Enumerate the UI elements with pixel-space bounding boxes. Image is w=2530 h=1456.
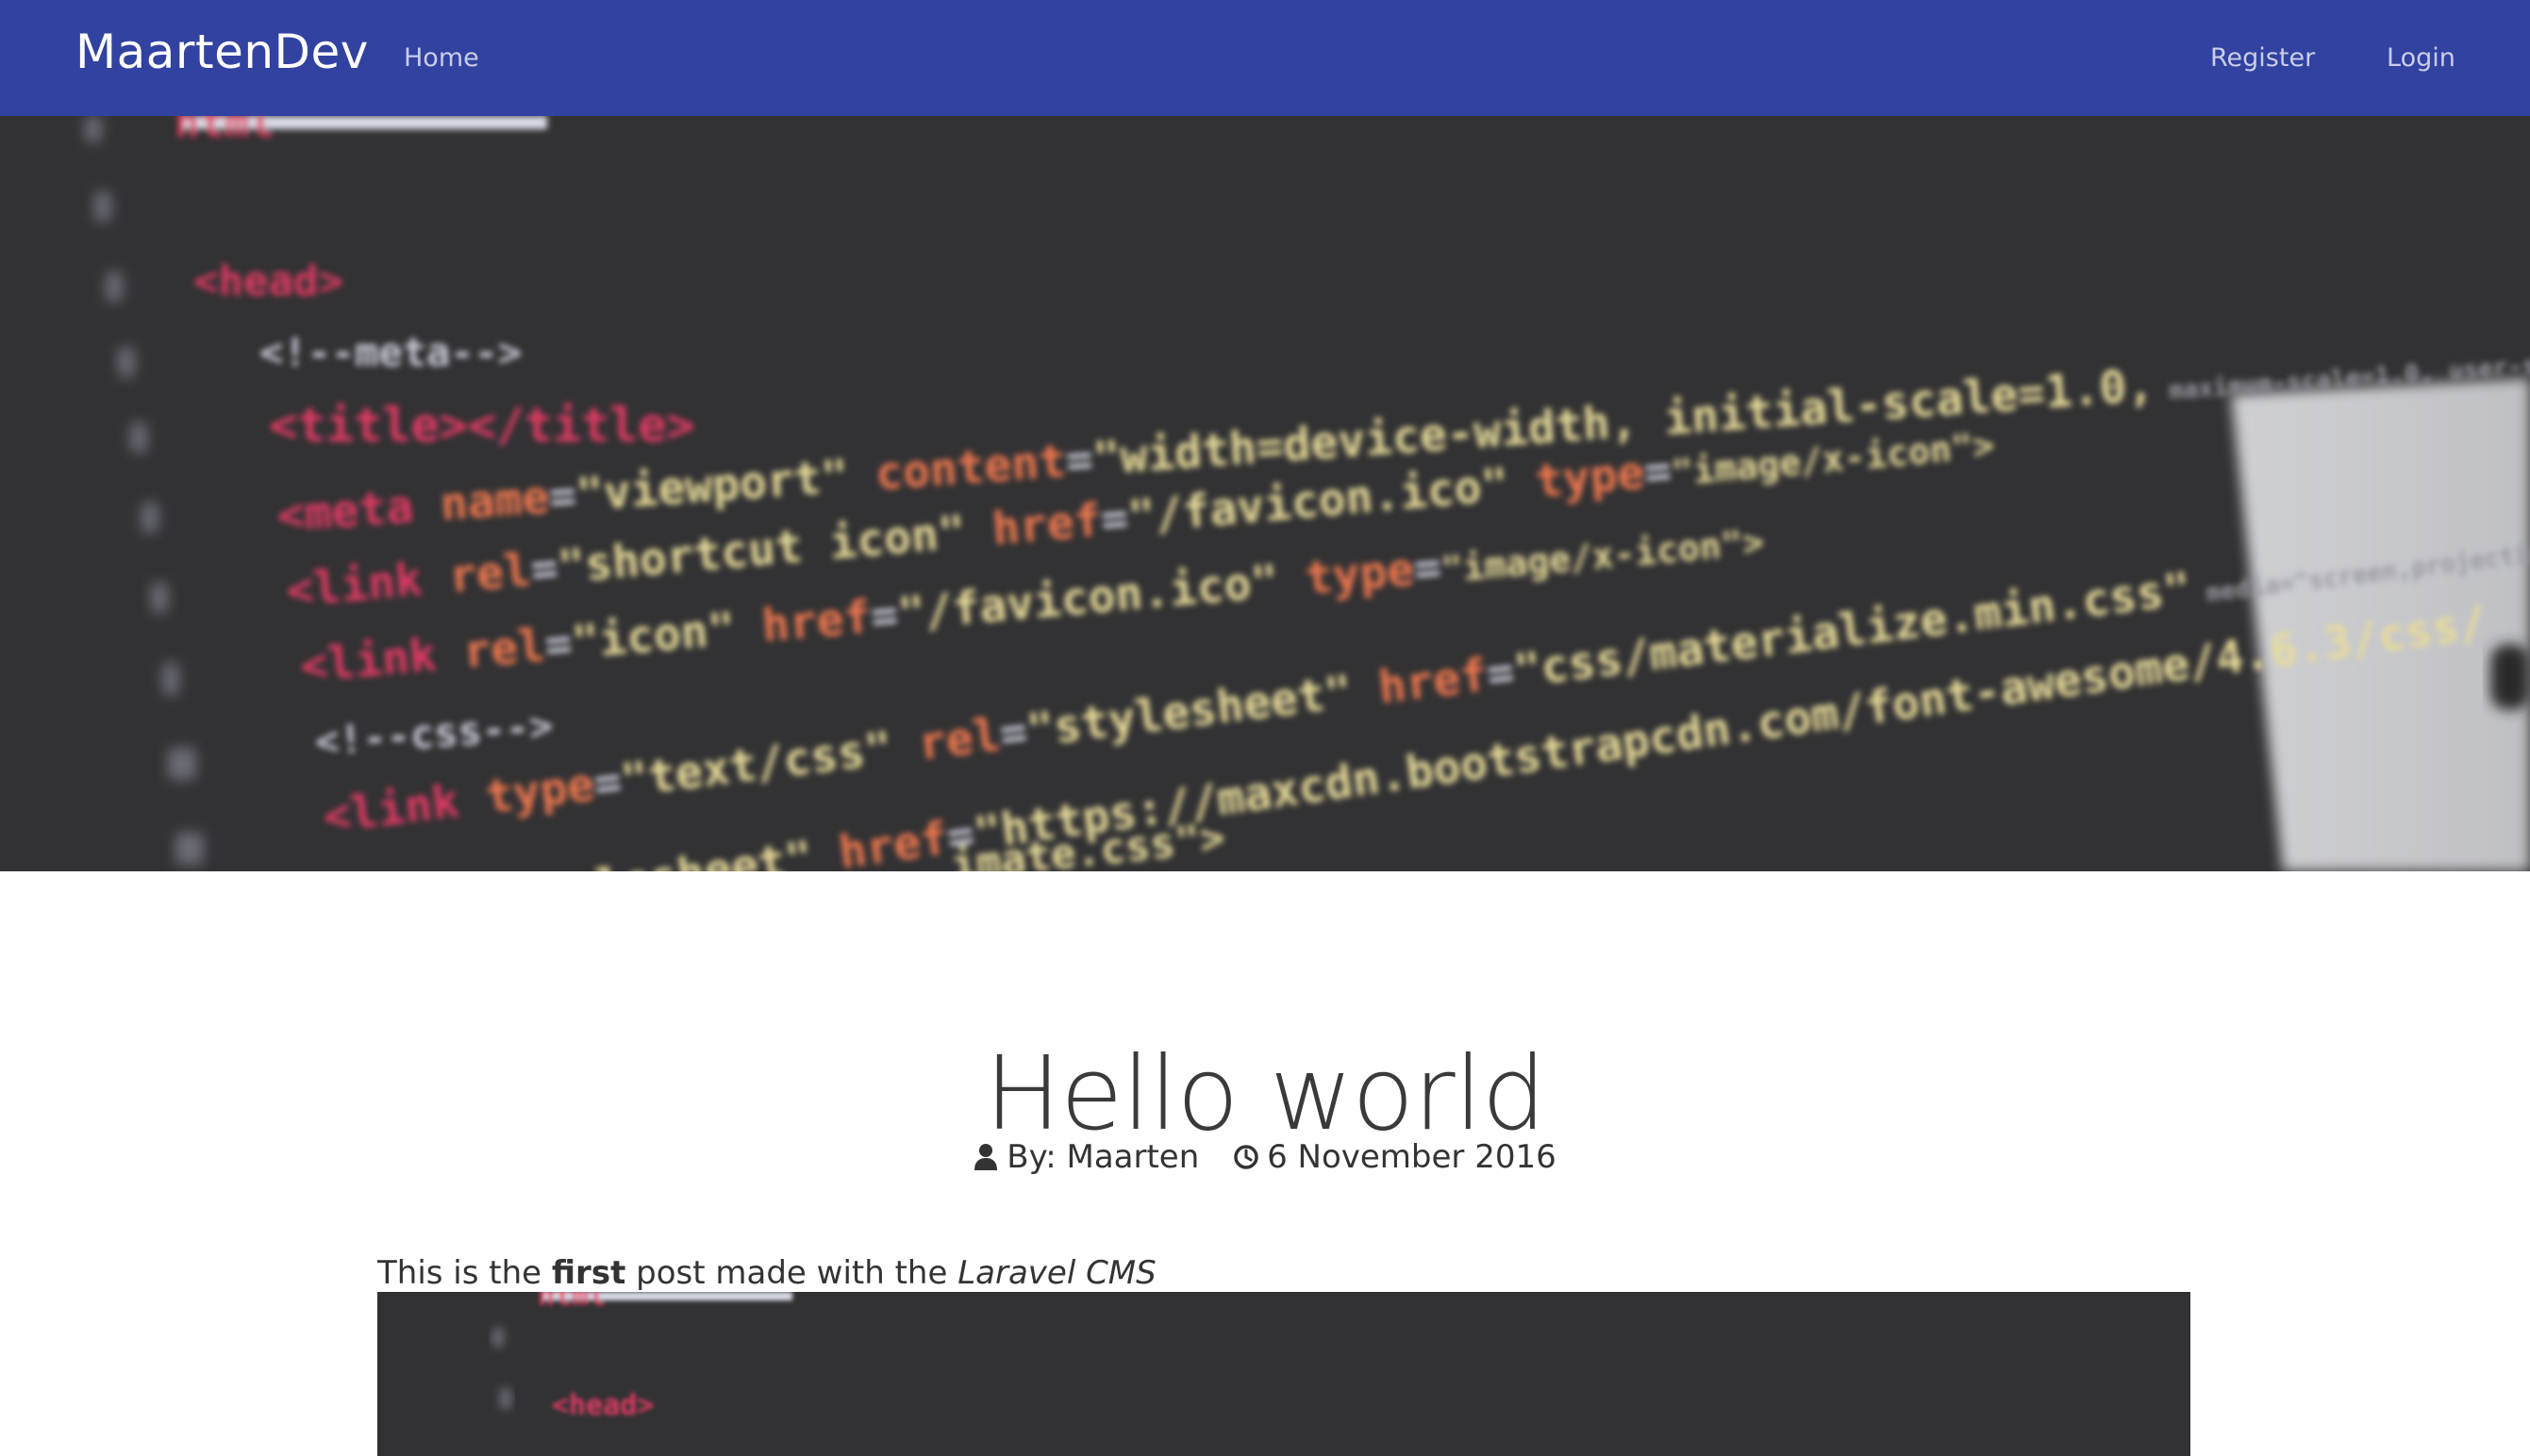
user-icon [974,1143,998,1170]
svg-text:<head>: <head> [193,257,343,306]
svg-text:<!--meta-->: <!--meta--> [259,329,522,375]
top-navbar: MaartenDev Home Register Login [0,0,2530,116]
nav-link-login[interactable]: Login [2387,0,2455,116]
hero-image: html <head> <!--meta--> <title></title> … [0,116,2530,871]
post-title: Hello world [984,1035,1546,1154]
svg-text:html: html [175,116,275,147]
post-date-label: 6 November 2016 [1267,1137,1556,1176]
post-body-italic: Laravel CMS [957,1254,1157,1292]
clock-icon [1234,1144,1258,1169]
post-image: html <head> [377,1292,2190,1456]
post-code-illustration: html <head> [377,1292,2190,1456]
nav-link-home[interactable]: Home [404,0,479,116]
post-body-middle: post made with the [625,1254,958,1292]
post-body-bold: first [551,1254,626,1292]
post-body: This is the first post made with the Lar… [377,1252,2190,1294]
nav-link-register[interactable]: Register [2210,0,2315,116]
brand-link[interactable]: MaartenDev [75,0,369,116]
post-body-prefix: This is the [377,1254,552,1292]
post-author: By: Maarten [974,1136,1199,1178]
post-author-label: By: Maarten [1007,1137,1200,1176]
svg-text:html: html [538,1292,606,1313]
post-date: 6 November 2016 [1234,1136,1556,1178]
svg-text:<title></title>: <title></title> [269,398,695,453]
post-meta: By: Maarten 6 November 2016 [0,1134,2530,1178]
blurred-code-illustration: html <head> <!--meta--> <title></title> … [0,116,2530,871]
svg-text:<head>: <head> [552,1389,654,1422]
